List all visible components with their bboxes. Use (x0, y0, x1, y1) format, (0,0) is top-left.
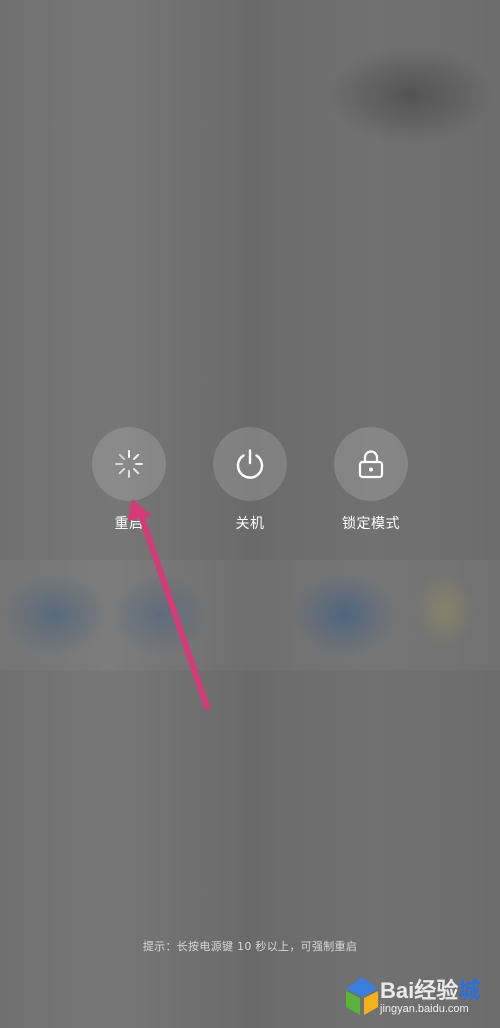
windows-logo-icon (346, 977, 378, 1015)
power-off-circle[interactable] (213, 427, 287, 501)
blurred-dock-band (0, 560, 500, 670)
restart-spinner-icon (115, 450, 143, 478)
power-menu: 重启 关机 锁定模式 (0, 427, 500, 537)
site-watermark: Bai经验城 jingyan.baidu.com (340, 965, 500, 1028)
restart-label: 重启 (114, 516, 144, 532)
lock-mode-label: 锁定模式 (342, 516, 400, 532)
force-restart-hint: 提示：长按电源键 10 秒以上，可强制重启 (142, 940, 358, 953)
watermark-title: Bai经验城 (380, 973, 480, 1005)
restart-button[interactable]: 重启 (69, 427, 189, 533)
watermark-title-b: 经验 (414, 978, 459, 1003)
watermark-title-a: Bai (380, 978, 415, 1003)
power-icon (236, 449, 264, 479)
watermark-title-accent: 城 (458, 978, 481, 1003)
lock-mode-circle[interactable] (334, 427, 408, 501)
restart-circle[interactable] (92, 427, 166, 501)
lock-mode-button[interactable]: 锁定模式 (311, 427, 431, 533)
power-off-label: 关机 (235, 516, 265, 532)
power-off-button[interactable]: 关机 (190, 427, 310, 533)
lock-icon (358, 450, 384, 479)
watermark-url: jingyan.baidu.com (380, 1003, 469, 1015)
